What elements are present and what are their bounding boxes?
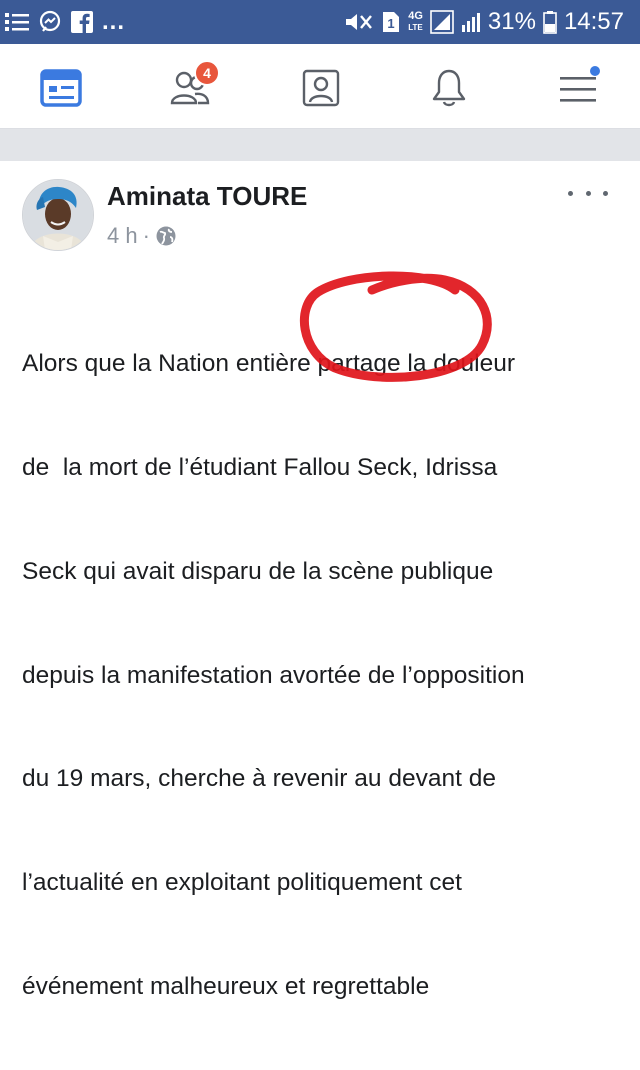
author-avatar[interactable] <box>22 179 94 251</box>
status-bar: ... 1 4G LTE 31% 14:57 <box>0 0 640 44</box>
more-dot-icon <box>568 190 573 196</box>
hamburger-menu-icon <box>560 77 596 102</box>
sim-slot-icon: 1 <box>381 10 401 34</box>
more-notifications-ellipsis: ... <box>102 8 126 35</box>
battery-percent: 31% <box>487 8 536 35</box>
post-options-button[interactable] <box>568 181 608 205</box>
post-text: Alors que la Nation entière partage la d… <box>22 278 622 1070</box>
network-type-label: 4G LTE <box>408 11 423 33</box>
post-text-line: de la mort de l’étudiant Fallou Seck, Id… <box>22 453 498 481</box>
network-type: 4G <box>408 10 423 22</box>
tab-notifications[interactable] <box>427 66 471 110</box>
post-text-line: Seck qui avait disparu de la scène publi… <box>22 557 494 585</box>
battery-icon <box>543 10 557 34</box>
tab-menu[interactable] <box>556 66 600 110</box>
more-dot-icon <box>603 190 608 196</box>
tab-news-feed[interactable] <box>39 66 83 110</box>
menu-notification-dot <box>590 66 600 76</box>
globe-icon <box>156 226 176 246</box>
tab-profile[interactable] <box>299 66 343 110</box>
signal-strength-icon-sim1 <box>430 10 454 34</box>
feed-post: Aminata TOURE 4 h · Alors que la Nation … <box>0 161 640 1000</box>
more-dot-icon <box>585 190 591 196</box>
list-notification-icon <box>4 11 30 33</box>
system-status: 1 4G LTE 31% 14:57 <box>344 8 640 36</box>
post-text-line: depuis la manifestation avortée de l’opp… <box>22 661 525 689</box>
bell-icon <box>432 69 466 107</box>
clock: 14:57 <box>563 8 624 35</box>
feed-separator <box>0 129 640 161</box>
avatar-photo <box>23 180 93 250</box>
profile-icon <box>302 69 340 107</box>
post-meta: 4 h · <box>107 223 177 249</box>
post-text-line: du 19 mars, cherche à revenir au devant … <box>22 765 496 793</box>
network-subtype: LTE <box>408 23 423 32</box>
post-text-line: Alors que la Nation entière partage la d… <box>22 350 516 378</box>
post-timestamp[interactable]: 4 h <box>107 223 138 249</box>
meta-separator: · <box>142 223 150 248</box>
news-feed-icon <box>40 69 82 107</box>
author-name[interactable]: Aminata TOURE <box>107 181 307 212</box>
friend-requests-badge: 4 <box>194 60 220 86</box>
post-text-line: l’actualité en exploitant politiquement … <box>22 869 462 897</box>
mute-icon <box>344 11 374 33</box>
post-text-line: événement malheureux et regrettable <box>22 972 430 1000</box>
tab-friend-requests[interactable]: 4 <box>168 60 220 110</box>
messenger-icon <box>38 10 62 34</box>
facebook-icon <box>70 10 94 34</box>
facebook-nav-bar: 4 <box>0 44 640 129</box>
sim-slot-number: 1 <box>388 16 395 31</box>
signal-strength-icon-sim2 <box>461 11 481 33</box>
notification-icons: ... <box>0 8 125 36</box>
